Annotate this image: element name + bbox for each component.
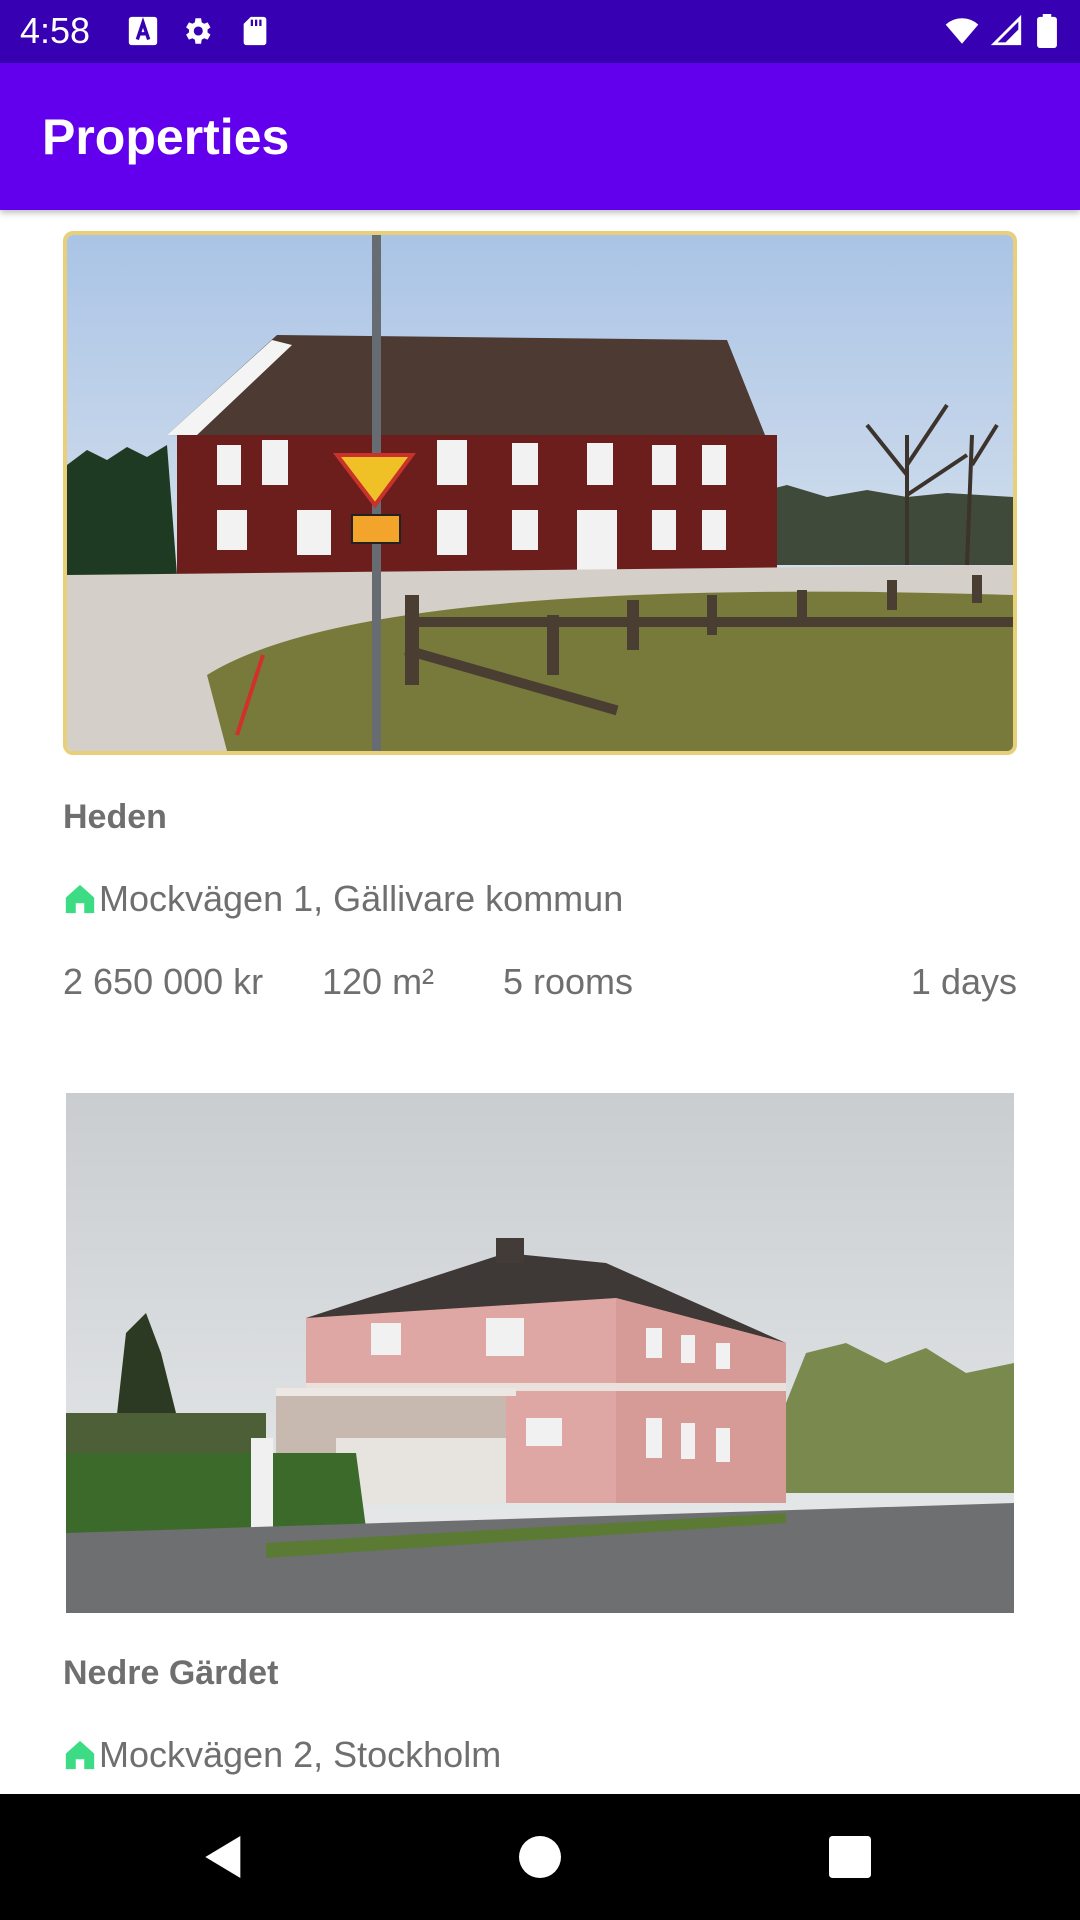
property-address-text: Mockvägen 1, Gällivare kommun <box>99 878 624 919</box>
property-price: 2 650 000 kr <box>63 961 264 1002</box>
property-card[interactable]: Nedre Gärdet Mockvägen 2, Stockholm <box>63 1093 1017 1794</box>
pink-house-photo[interactable] <box>66 1093 1014 1613</box>
signal-icon <box>990 14 1022 46</box>
property-age: 1 days <box>910 961 1017 1002</box>
wifi-icon <box>945 18 979 44</box>
red-wooden-house-photo[interactable] <box>63 231 1017 755</box>
home-button-icon[interactable] <box>512 1829 568 1885</box>
battery-icon <box>1037 14 1057 48</box>
gear-icon <box>186 18 211 44</box>
home-icon <box>65 1740 95 1770</box>
property-rooms: 5 rooms <box>503 961 634 1002</box>
status-time: 4:58 <box>20 10 91 51</box>
recents-icon[interactable] <box>822 1829 878 1885</box>
property-name: Nedre Gärdet <box>63 1654 279 1692</box>
property-area: 120 m² <box>322 961 435 1002</box>
property-card[interactable]: Heden Mockvägen 1, Gällivare kommun 2 65… <box>63 231 1017 1051</box>
app-bar: Properties <box>0 63 1080 210</box>
property-list[interactable]: Heden Mockvägen 1, Gällivare kommun 2 65… <box>0 210 1080 1794</box>
text-a-icon <box>128 16 158 46</box>
page-title: Properties <box>42 109 290 165</box>
property-stats: 2 650 000 kr 120 m² 5 rooms 1 days <box>63 960 1017 1004</box>
screen: 4:58 Properties Heden Mockvägen 1, Gälli… <box>0 0 1080 1920</box>
home-icon <box>65 884 95 914</box>
sd-card-icon <box>243 16 267 46</box>
property-address-text: Mockvägen 2, Stockholm <box>99 1734 502 1775</box>
navigation-bar <box>0 1794 1080 1920</box>
property-address: Mockvägen 1, Gällivare kommun <box>63 877 623 921</box>
property-name: Heden <box>63 798 167 836</box>
back-icon[interactable] <box>196 1829 252 1885</box>
status-bar: 4:58 <box>0 0 1080 63</box>
property-address: Mockvägen 2, Stockholm <box>63 1733 501 1777</box>
